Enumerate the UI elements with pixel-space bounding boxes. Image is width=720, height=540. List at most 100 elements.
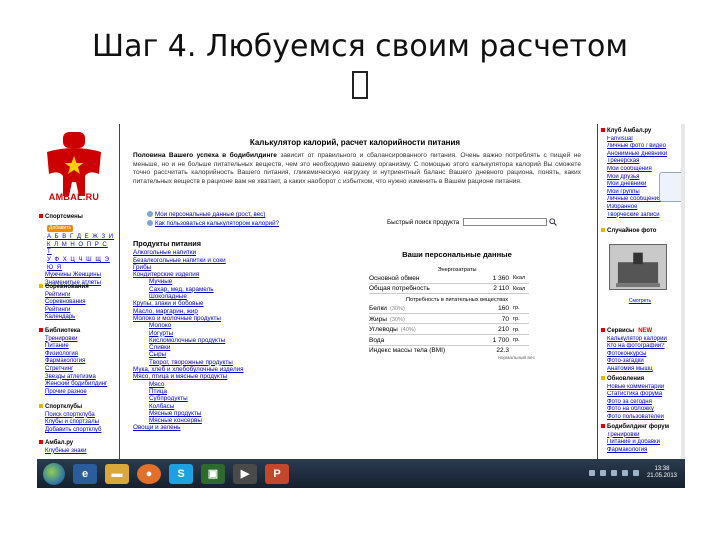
product-category-link[interactable]: Мясные продукты [133,410,303,417]
sidebar-link[interactable]: Питание [39,343,69,349]
product-category-link[interactable]: Мясо, птица и мясные продукты [133,373,303,380]
sidebar-link[interactable]: Тренировки [39,336,78,342]
taskbar-clock[interactable]: 13:38 21.05.2013 [647,466,677,480]
ie-icon[interactable]: e [73,463,97,484]
product-category-link[interactable]: Крупы, злаки и бобовые [133,300,303,307]
sidebar-heading: Амбал.ру [39,440,115,448]
service-link[interactable]: Фотоконкурсы [601,351,679,359]
sidebar-link[interactable]: Мужчины Женщины [39,272,101,278]
add-badge[interactable]: Добавить [47,224,74,233]
sidebar-link[interactable]: Соревнования [39,299,86,305]
sidebar-link[interactable]: Женский бодибилдинг [39,381,107,387]
tray-icon[interactable] [599,470,606,476]
photo-link[interactable]: Смотреть [603,298,677,306]
slide-title: Шаг 4. Любуемся своим расчетом [92,29,628,64]
energy-row: Основной обмен 1 360 Ккал [369,273,545,284]
update-link[interactable]: Новые комментарии [601,384,679,392]
service-link[interactable]: Фото-загадки [601,358,679,366]
update-link[interactable]: Статистика форума [601,391,679,399]
product-category-link[interactable]: Сахар, мед, карамель [133,286,303,293]
product-category-link[interactable]: Колбасы [133,403,303,410]
windows-taskbar: e ▬ ● S ▣ ▶ P 13:38 21.05.2013 [37,459,685,488]
random-photo-icon[interactable] [609,244,667,290]
club-link[interactable]: Личные фото / видео [601,143,679,151]
product-category-link[interactable]: Мучные [133,278,303,285]
update-link[interactable]: Фото на обложку [601,406,679,414]
product-category-link[interactable]: Творог, творожные продукты [133,359,303,366]
club-link[interactable]: Fanvisual [601,136,679,144]
media-player-icon[interactable]: ▶ [233,463,257,484]
system-tray: 13:38 21.05.2013 [584,462,681,484]
row-value: 1 360 [492,274,509,282]
sidebar-link[interactable]: Прочие разное [39,389,87,395]
product-category-link[interactable]: Мука, хлеб и хлебобулочные изделия [133,366,303,373]
update-link[interactable]: Фото за сегодня [601,399,679,407]
left-sidebar: AMBAL.RU Спортсмены Добавить А Б В Г Д Е… [37,124,117,459]
sidebar-link[interactable]: Физиология [39,351,78,357]
row-percent: (30%) [389,316,405,323]
forum-link[interactable]: Тренировки [601,432,679,440]
product-category-link[interactable]: Шоколадные [133,293,303,300]
tray-icon[interactable] [632,470,639,476]
skype-icon[interactable]: S [169,463,193,484]
service-link[interactable]: Калькулятор калорий [601,336,679,344]
club-link[interactable]: Анонимные дневники [601,151,679,159]
sidebar-link[interactable]: Рейтинги [39,292,70,298]
product-category-link[interactable]: Йогурты [133,330,303,337]
bmi-row: Индекс массы тела (ВМI) 22.3 [369,346,545,357]
page-scrollbar[interactable] [681,124,685,459]
product-category-link[interactable]: Грибы [133,264,303,271]
sidebar-link[interactable]: Добавить спортклуб [39,427,101,433]
sidebar-competitions: Соревнования Рейтинги Соревнования Рейти… [39,284,115,322]
sidebar-link[interactable]: Звезды атлетизма [39,374,96,380]
product-category-link[interactable]: Мясные консервы [133,417,303,424]
search-icon[interactable] [549,218,558,226]
personal-data-link[interactable]: Мои персональные данные (рост, вес) [155,211,265,218]
firefox-icon[interactable]: ● [137,463,161,484]
powerpoint-icon[interactable]: P [265,463,289,484]
service-link[interactable]: Кто на фотографии? [601,343,679,351]
product-category-link[interactable]: Кондитерские изделия [133,271,303,278]
row-value: 2 110 [493,285,509,293]
service-link[interactable]: Анатомия мышц [601,366,679,374]
product-category-link[interactable]: Птица [133,388,303,395]
update-link[interactable]: Фото пользователей [601,414,679,422]
alphabet-row[interactable]: К Л М Н О П Р С Т [39,242,115,257]
tray-icon[interactable] [588,470,595,476]
row-percent: (40%) [400,327,416,334]
howto-link[interactable]: Как пользоваться калькулятором калорий? [155,220,279,227]
product-category-link[interactable]: Мясо [133,381,303,388]
forum-link[interactable]: Фармакология [601,447,679,455]
product-category-link[interactable]: Алкогольные напитки [133,249,303,256]
product-category-link[interactable]: Сыры [133,351,303,358]
club-link[interactable]: Избранное [601,204,679,212]
search-input[interactable] [463,218,548,226]
sidebar-link[interactable]: Календарь [39,314,75,320]
tray-icon[interactable] [621,470,628,476]
folder-icon[interactable]: ▬ [105,463,129,484]
products-heading: Продукты питания [133,239,202,248]
sidebar-link[interactable]: Стретчинг [39,366,73,372]
sidebar-link[interactable]: Клубные знаки [39,448,87,454]
app-icon[interactable]: ▣ [201,463,225,484]
row-value: 70 [501,315,509,323]
product-category-link[interactable]: Безалкогольные напитки и соки [133,257,303,264]
product-category-link[interactable]: Овощи и зелень [133,424,303,431]
start-button[interactable] [43,462,65,485]
club-link[interactable]: Творческие записи [601,212,679,220]
club-link[interactable]: Тренерская [601,158,679,166]
alphabet-row[interactable]: А Б В Г Д Е Ж З И [39,234,115,242]
sidebar-link[interactable]: Клубы и спортзалы [39,419,99,425]
sidebar-link[interactable]: Рейтинги [39,307,70,313]
product-category-link[interactable]: Субпродукты [133,395,303,402]
product-category-link[interactable]: Кисломолочные продукты [133,337,303,344]
product-category-link[interactable]: Молоко и молочные продукты [133,315,303,322]
sidebar-link[interactable]: Фармакология [39,358,85,364]
tray-icon[interactable] [610,470,617,476]
forum-link[interactable]: Питание и добавки [601,439,679,447]
product-category-link[interactable]: Молоко [133,322,303,329]
alphabet-row[interactable]: У Ф Х Ц Ч Ш Щ Э Ю Я [39,257,115,272]
product-category-link[interactable]: Сливки [133,344,303,351]
product-category-link[interactable]: Масло, маргарин, жир [133,308,303,315]
sidebar-link[interactable]: Поиск спортклуба [39,412,95,418]
